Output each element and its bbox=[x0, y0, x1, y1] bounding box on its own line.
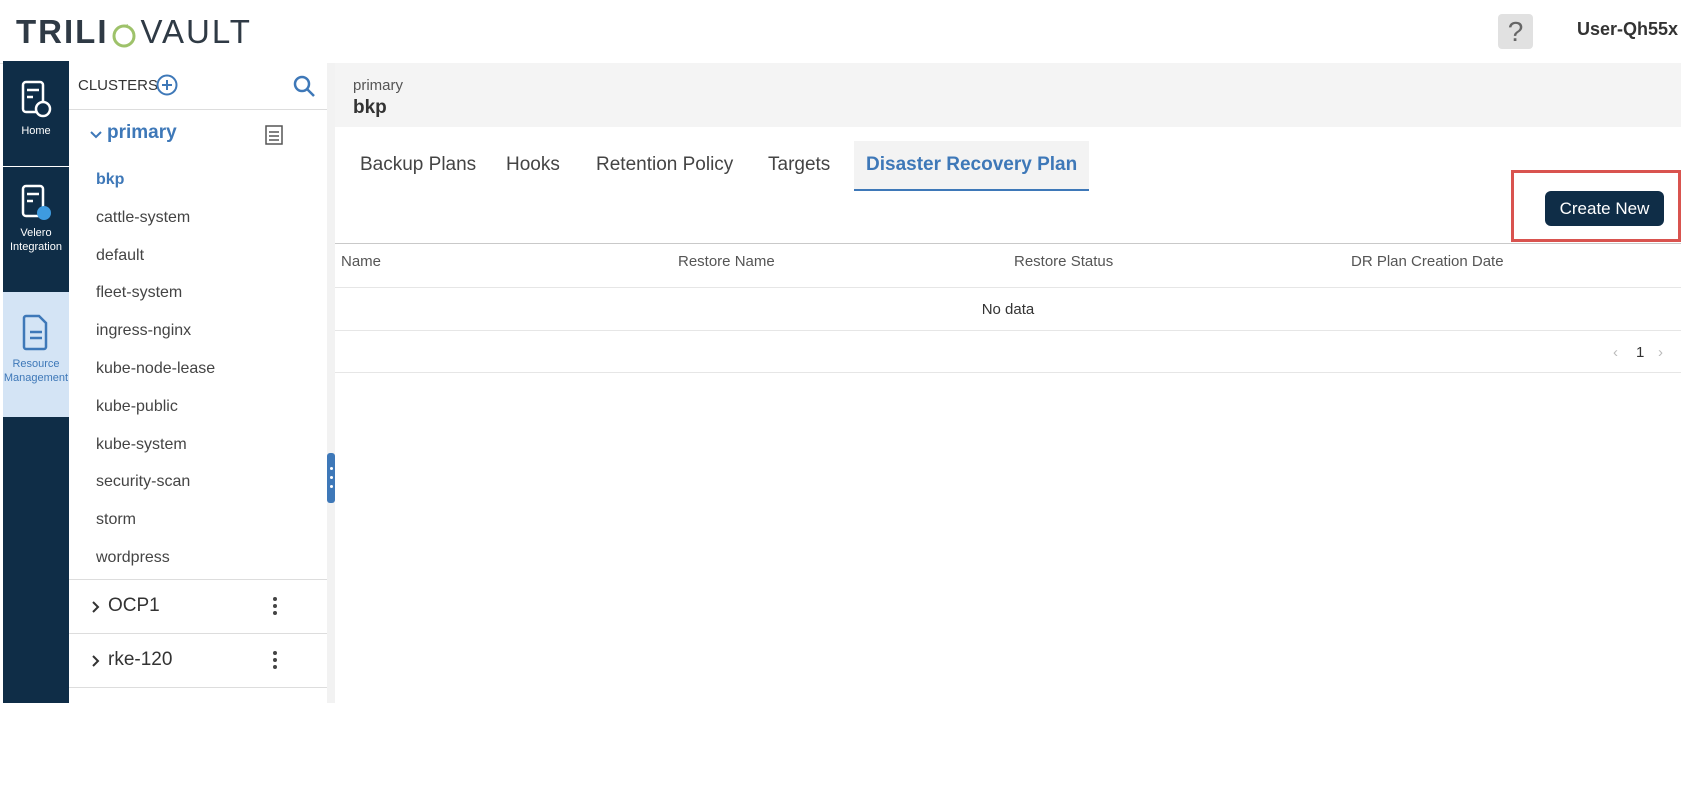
pagination: ‹ 1 › bbox=[1613, 342, 1673, 366]
cluster-item-rke-120[interactable]: rke-120 bbox=[69, 633, 327, 687]
namespace-item[interactable]: security-scan bbox=[69, 463, 327, 501]
clusters-header: CLUSTERS bbox=[69, 63, 327, 110]
namespace-item[interactable]: ingress-nginx bbox=[69, 312, 327, 350]
column-header-restore-name[interactable]: Restore Name bbox=[678, 253, 775, 270]
cluster-item-ocp1[interactable]: OCP1 bbox=[69, 579, 327, 633]
prev-page-button[interactable]: ‹ bbox=[1613, 344, 1618, 361]
logo-text-vault: VAULT bbox=[140, 13, 252, 50]
search-icon[interactable] bbox=[292, 74, 316, 98]
namespace-item[interactable]: kube-public bbox=[69, 388, 327, 426]
column-header-dr-plan-creation-date[interactable]: DR Plan Creation Date bbox=[1351, 253, 1504, 270]
rail-label-resource-2: Management bbox=[3, 372, 69, 384]
rail-item-velero[interactable]: Velero Integration bbox=[3, 167, 69, 280]
velero-icon bbox=[3, 183, 69, 223]
document-icon bbox=[3, 312, 69, 352]
clusters-panel: CLUSTERS primary bkp cattle-system defau… bbox=[69, 63, 327, 703]
namespace-item[interactable]: storm bbox=[69, 501, 327, 539]
tab-targets[interactable]: Targets bbox=[768, 141, 830, 189]
tabs-underline bbox=[335, 243, 1681, 244]
divider bbox=[69, 687, 327, 688]
tab-backup-plans[interactable]: Backup Plans bbox=[360, 141, 476, 189]
chevron-right-icon[interactable] bbox=[89, 654, 103, 668]
table-divider bbox=[335, 330, 1681, 331]
namespace-item[interactable]: wordpress bbox=[69, 539, 327, 577]
nav-rail: Home Velero Integration Resource Managem… bbox=[3, 61, 69, 703]
page-title: bkp bbox=[353, 97, 387, 118]
chevron-right-icon[interactable] bbox=[89, 600, 103, 614]
logo-text-trili: TRILI bbox=[16, 13, 109, 50]
rail-item-resource-management[interactable]: Resource Management bbox=[3, 292, 69, 417]
cluster-name-rke-120[interactable]: rke-120 bbox=[108, 649, 172, 671]
rail-label-home: Home bbox=[21, 125, 51, 137]
rail-label-resource-1: Resource bbox=[12, 358, 60, 370]
cluster-details-icon[interactable] bbox=[264, 124, 284, 146]
breadcrumb: primary bkp bbox=[335, 63, 1681, 127]
cluster-item-primary[interactable]: primary bbox=[69, 110, 327, 158]
help-button[interactable]: ? bbox=[1498, 14, 1533, 49]
resize-handle[interactable] bbox=[327, 453, 335, 503]
top-header: TRILI VAULT ? User-Qh55x bbox=[0, 0, 1681, 64]
namespace-item[interactable]: fleet-system bbox=[69, 274, 327, 312]
rail-label-velero-2: Integration bbox=[10, 241, 62, 253]
add-cluster-icon[interactable] bbox=[156, 74, 178, 96]
panel-splitter[interactable] bbox=[327, 63, 335, 703]
more-options-icon[interactable] bbox=[270, 649, 280, 671]
namespace-list: bkp cattle-system default fleet-system i… bbox=[69, 161, 327, 577]
table-divider bbox=[335, 287, 1681, 288]
namespace-item[interactable]: kube-system bbox=[69, 426, 327, 464]
namespace-item[interactable]: kube-node-lease bbox=[69, 350, 327, 388]
user-menu[interactable]: User-Qh55x bbox=[1577, 19, 1678, 40]
tab-disaster-recovery-plan[interactable]: Disaster Recovery Plan bbox=[854, 141, 1090, 191]
main-content: primary bkp Backup Plans Hooks Retention… bbox=[335, 63, 1681, 703]
cluster-name-primary[interactable]: primary bbox=[107, 122, 177, 144]
tab-retention-policy[interactable]: Retention Policy bbox=[596, 141, 733, 189]
empty-state-text: No data bbox=[981, 301, 1035, 318]
namespace-item-bkp[interactable]: bkp bbox=[69, 161, 327, 199]
table-divider bbox=[335, 372, 1681, 373]
next-page-button[interactable]: › bbox=[1658, 344, 1663, 361]
trilio-vault-logo[interactable]: TRILI VAULT bbox=[16, 12, 252, 52]
rail-label-velero-1: Velero bbox=[20, 227, 52, 239]
namespace-item[interactable]: default bbox=[69, 237, 327, 275]
clusters-title: CLUSTERS bbox=[78, 77, 159, 94]
logo-ring-icon bbox=[111, 19, 137, 48]
chevron-down-icon[interactable] bbox=[89, 128, 103, 142]
tab-bar: Backup Plans Hooks Retention Policy Targ… bbox=[335, 127, 1681, 244]
home-icon bbox=[3, 79, 69, 119]
breadcrumb-parent[interactable]: primary bbox=[353, 77, 403, 94]
more-options-icon[interactable] bbox=[270, 595, 280, 617]
rail-item-home[interactable]: Home bbox=[3, 71, 69, 166]
create-new-button[interactable]: Create New bbox=[1545, 191, 1664, 226]
page-number[interactable]: 1 bbox=[1636, 344, 1644, 361]
column-header-name[interactable]: Name bbox=[341, 253, 381, 270]
namespace-item[interactable]: cattle-system bbox=[69, 199, 327, 237]
column-header-restore-status[interactable]: Restore Status bbox=[1014, 253, 1113, 270]
tab-hooks[interactable]: Hooks bbox=[506, 141, 560, 189]
cluster-name-ocp1[interactable]: OCP1 bbox=[108, 595, 160, 617]
